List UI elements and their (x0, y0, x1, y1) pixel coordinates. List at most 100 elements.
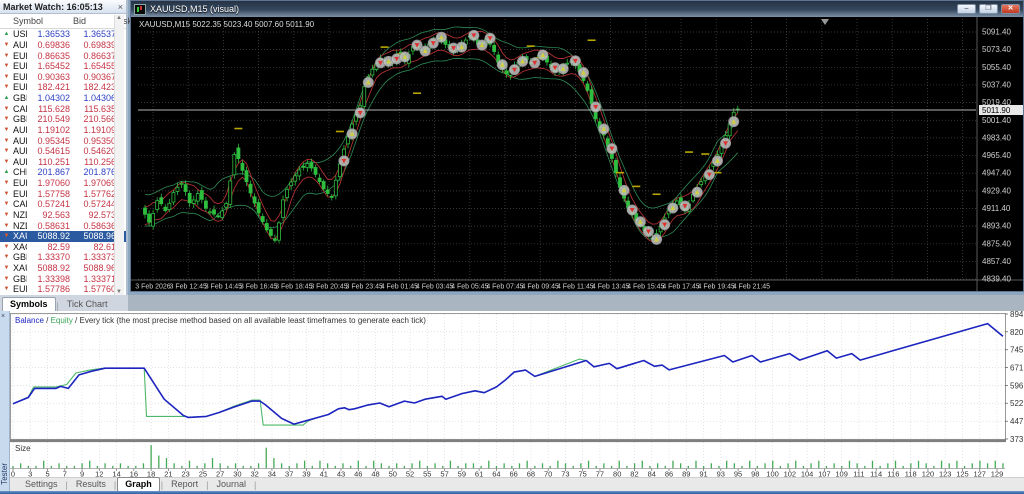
market-watch-row-USDCAD[interactable]: ▲USDCAD 1.36533 1.36537 (0, 29, 126, 40)
market-watch-row-EURCADwt[interactable]: ▼EURCAD.wt 1.57786 1.57760 (0, 284, 126, 295)
market-watch-scrollbar[interactable]: ▲ ▼ (114, 15, 124, 295)
svg-text:52: 52 (406, 470, 414, 478)
ask-value: 5088.96 (83, 263, 116, 274)
market-watch-row-EURAUD[interactable]: ▼EURAUD 1.65452 1.65455 (0, 61, 126, 72)
price-chart-area[interactable]: 5091.40 5073.40 5055.40 5037.40 5019.40 5001.… (131, 17, 1023, 291)
market-watch-row-CADCHF[interactable]: ▼CADCHF 0.57241 0.57244 (0, 199, 126, 210)
market-watch-column-header: Symbol Bid Ask (0, 14, 132, 29)
ask-value: 182.423 (83, 82, 116, 93)
tab-tick-chart[interactable]: Tick Chart (60, 298, 115, 311)
close-button[interactable]: ✕ (1001, 4, 1020, 14)
tester-tabs: Settings | Results | Graph | Report | Journal | (10, 477, 1024, 492)
close-icon[interactable]: × (118, 2, 123, 12)
symbol-name: EURCAD.wt (13, 284, 27, 295)
symbol-name: AUDCAD (13, 135, 27, 146)
market-watch-row-XAGUSD[interactable]: ▼XAGUSD 82.59 82.61 (0, 242, 126, 253)
bid-value: 115.628 (38, 103, 70, 114)
ask-value: 1.97069 (83, 178, 116, 189)
market-watch-row-AUDUSD[interactable]: ▼AUDUSD 0.69836 0.69839 (0, 40, 126, 51)
market-watch-row-CHFJPY[interactable]: ▲CHFJPY 201.867 201.876 (0, 167, 126, 178)
symbol-name: AUDUSD (13, 39, 27, 50)
market-watch-panel: Market Watch: 16:05:13 × Symbol Bid Ask … (0, 0, 132, 311)
column-symbol[interactable]: Symbol (13, 16, 43, 26)
tester-tab-report[interactable]: Report (164, 478, 205, 491)
market-watch-row-XAUUSD[interactable]: ▼XAUUSD 5088.92 5088.96 (0, 230, 126, 242)
bid-value: 5088.92 (37, 263, 70, 274)
svg-text:32: 32 (251, 470, 259, 478)
ask-value: 115.635 (84, 103, 116, 114)
ask-value: 0.57244 (83, 199, 116, 210)
symbol-name: CHFJPY (13, 167, 27, 178)
svg-text:4965.40: 4965.40 (982, 151, 1011, 160)
tab-symbols[interactable]: Symbols (2, 297, 56, 311)
symbol-name: NZDJPY (13, 209, 27, 220)
svg-text:37: 37 (285, 470, 293, 478)
tester-side-strip: × Tester (0, 311, 10, 491)
svg-text:98: 98 (751, 470, 759, 478)
ask-value: 1.57760 (83, 284, 116, 295)
market-watch-row-AUDCAD[interactable]: ▼AUDCAD 0.95345 0.95350 (0, 135, 126, 146)
svg-text:102: 102 (784, 470, 797, 478)
trend-down-icon: ▼ (3, 63, 10, 70)
restore-button[interactable]: ❐ (979, 4, 998, 14)
market-watch-row-AUDJPY[interactable]: ▼AUDJPY 110.251 110.256 (0, 157, 126, 168)
market-watch-row-NZDUSD[interactable]: ▼NZDUSD 0.58631 0.58636 (0, 220, 126, 231)
tester-tab-journal[interactable]: Journal (209, 478, 253, 491)
svg-text:4857.40: 4857.40 (982, 257, 1011, 266)
market-watch-row-EURNZD[interactable]: ▼EURNZD 1.97060 1.97069 (0, 178, 126, 189)
svg-text:447: 447 (1010, 417, 1024, 426)
tester-tab-graph[interactable]: Graph (117, 477, 160, 492)
ask-value: 1.33373 (83, 252, 116, 263)
symbol-name: GBPJPY (13, 114, 27, 125)
symbol-name: GBPUSDc... (13, 252, 27, 263)
svg-text:118: 118 (905, 470, 917, 478)
market-watch-row-GBPUSDc[interactable]: ▼GBPUSDc... 1.33370 1.33373 (0, 252, 126, 263)
trend-down-icon: ▼ (3, 73, 10, 80)
svg-text:3 Feb 23:45: 3 Feb 23:45 (346, 284, 383, 291)
market-watch-row-NZDJPY[interactable]: ▼NZDJPY 92.563 92.573 (0, 210, 126, 221)
market-watch-row-EURJPY[interactable]: ▼EURJPY 182.421 182.423 (0, 82, 126, 93)
minimize-button[interactable]: – (957, 4, 976, 14)
svg-text:109: 109 (835, 470, 848, 478)
trend-down-icon: ▼ (3, 222, 10, 229)
svg-text:3 Feb 12:45: 3 Feb 12:45 (170, 284, 207, 291)
symbol-name: XAUUSDc... (13, 263, 27, 274)
tester-graph-area[interactable]: Balance / Equity / Every tick (the most … (10, 310, 1024, 479)
column-bid[interactable]: Bid (43, 16, 86, 26)
column-ask[interactable]: Ask (86, 16, 132, 26)
market-watch-row-XAUUSDc[interactable]: ▼XAUUSDc... 5088.92 5088.96 (0, 263, 126, 274)
market-watch-row-EURGBP[interactable]: ▼EURGBP 0.86635 0.86637 (0, 50, 126, 61)
svg-text:3 Feb 16:45: 3 Feb 16:45 (240, 284, 277, 291)
svg-text:59: 59 (458, 470, 466, 478)
market-watch-row-GBPCHF[interactable]: ▲GBPCHF 1.04302 1.04306 (0, 93, 126, 104)
price-chart-svg[interactable]: 5091.405073.405055.405037.405019.405001.… (131, 17, 1023, 291)
market-watch-row-CADJPY[interactable]: ▼CADJPY 115.628 115.635 (0, 103, 126, 114)
market-watch-row-EURCHF[interactable]: ▼EURCHF 0.90363 0.90367 (0, 72, 126, 83)
market-watch-row-GBPUSDwt[interactable]: ▼GBPUSD.wt 1.33398 1.33371 (0, 273, 126, 284)
scroll-up-icon[interactable]: ▲ (116, 15, 122, 21)
svg-text:4 Feb 05:45: 4 Feb 05:45 (451, 284, 488, 291)
svg-text:16: 16 (130, 470, 138, 478)
market-watch-row-AUDNZD[interactable]: ▼AUDNZD 1.19102 1.19109 (0, 125, 126, 136)
ask-value: 201.876 (83, 167, 116, 178)
svg-text:4 Feb 03:45: 4 Feb 03:45 (416, 284, 453, 291)
svg-text:4 Feb 15:45: 4 Feb 15:45 (627, 284, 664, 291)
trend-down-icon: ▼ (3, 211, 10, 218)
ask-value: 5088.96 (83, 231, 116, 242)
ask-value: 92.573 (88, 209, 116, 220)
chart-window-titlebar[interactable]: XAUUSD,M15 (visual) – ❐ ✕ (131, 1, 1023, 17)
tester-tab-results[interactable]: Results (69, 478, 113, 491)
market-watch-row-EURCAD[interactable]: ▼EURCAD 1.57758 1.57762 (0, 188, 126, 199)
tester-graph-svg[interactable]: Balance / Equity / Every tick (the most … (10, 310, 1024, 479)
trend-down-icon: ▼ (3, 233, 10, 240)
ask-value: 0.58636 (83, 220, 116, 231)
market-watch-row-AUDCHF[interactable]: ▼AUDCHF 0.54615 0.54620 (0, 146, 126, 157)
tester-close-icon[interactable]: × (1, 313, 5, 320)
svg-text:3 Feb 2026: 3 Feb 2026 (135, 284, 171, 291)
ask-value: 1.36537 (83, 29, 116, 40)
svg-text:91: 91 (699, 470, 707, 478)
market-watch-row-GBPJPY[interactable]: ▼GBPJPY 210.549 210.566 (0, 114, 126, 125)
svg-text:4 Feb 01:45: 4 Feb 01:45 (381, 284, 418, 291)
tester-tab-settings[interactable]: Settings (18, 478, 65, 491)
market-watch-titlebar: Market Watch: 16:05:13 × (0, 0, 126, 14)
